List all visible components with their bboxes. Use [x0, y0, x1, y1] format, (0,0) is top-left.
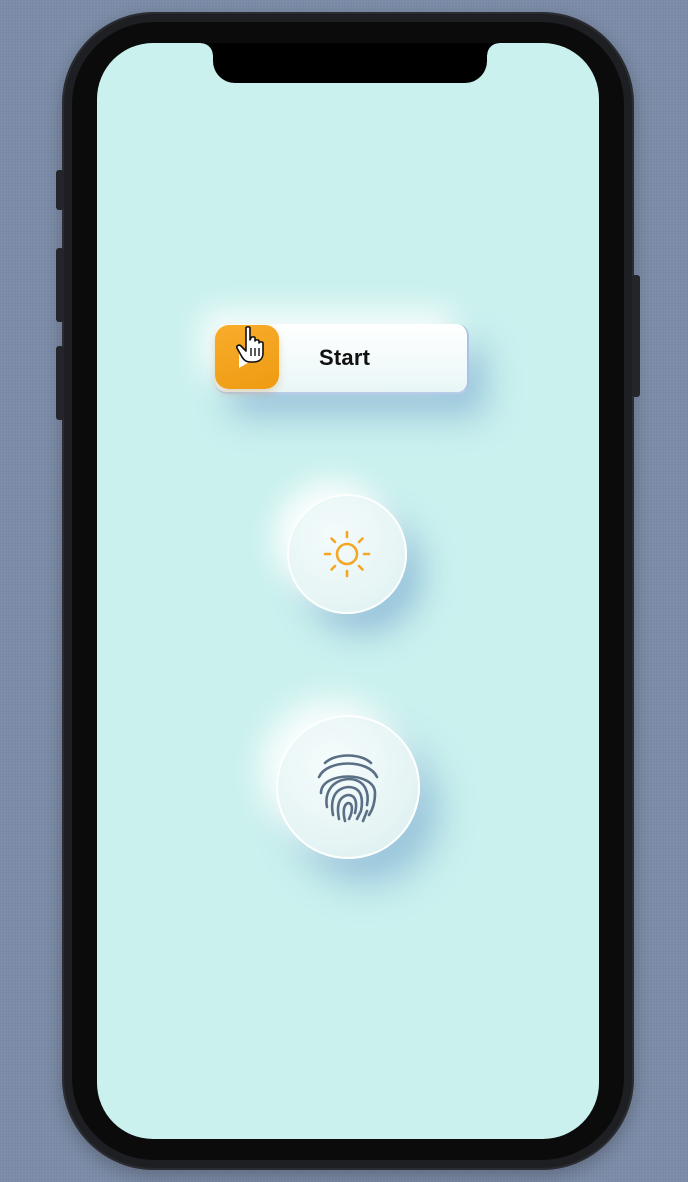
hand-pointer-icon [236, 326, 264, 363]
fingerprint-button[interactable] [276, 715, 420, 859]
sun-icon [323, 530, 371, 578]
start-button-label: Start [319, 345, 371, 370]
notch [201, 43, 499, 83]
volume-up-button [56, 248, 64, 322]
action-button [56, 170, 64, 210]
fingerprint-icon [317, 754, 379, 823]
screen: Start [97, 43, 599, 1139]
power-button [632, 275, 640, 397]
volume-down-button [56, 346, 64, 420]
sun-button[interactable] [287, 494, 407, 614]
